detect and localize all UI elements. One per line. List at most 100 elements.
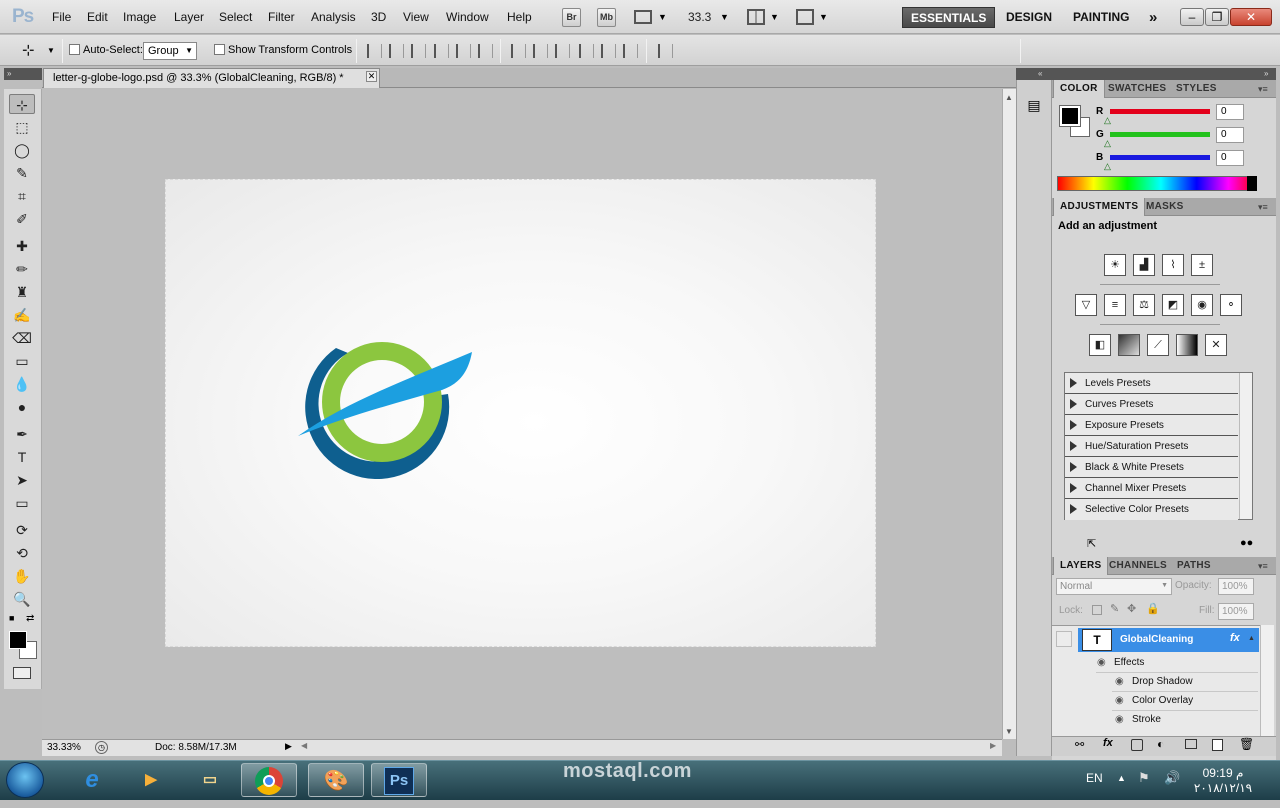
more-workspaces-button[interactable]: »: [1141, 7, 1165, 28]
distribute-left-icon[interactable]: [579, 44, 594, 58]
pen-tool-icon[interactable]: ✒: [9, 424, 35, 444]
hand-tool-icon[interactable]: ✋: [9, 566, 35, 586]
eyedropper-tool-icon[interactable]: ✐: [9, 209, 35, 229]
delete-layer-icon[interactable]: 🗑: [1239, 737, 1254, 751]
eraser-tool-icon[interactable]: ⌫: [9, 328, 35, 348]
scroll-up-icon[interactable]: ▲: [1005, 93, 1013, 102]
effect-drop-shadow[interactable]: Drop Shadow: [1132, 676, 1193, 687]
channel-b-value[interactable]: 0: [1216, 150, 1244, 166]
link-layers-icon[interactable]: ⚯: [1075, 738, 1084, 751]
view-extras-icon[interactable]: [634, 10, 652, 24]
media-player-icon[interactable]: ▶: [123, 763, 179, 797]
quick-selection-tool-icon[interactable]: ✎: [9, 163, 35, 183]
tab-adjustments[interactable]: ADJUSTMENTS: [1053, 198, 1146, 216]
menu-layer[interactable]: Layer: [174, 10, 204, 24]
path-selection-tool-icon[interactable]: ➤: [9, 470, 35, 490]
tab-masks[interactable]: MASKS: [1140, 198, 1190, 216]
channel-r-value[interactable]: 0: [1216, 104, 1244, 120]
gradient-tool-icon[interactable]: ▭: [9, 351, 35, 371]
collapse-effects-icon[interactable]: ▲: [1248, 635, 1255, 642]
zoom-status[interactable]: 33.33%: [47, 742, 81, 753]
quick-mask-icon[interactable]: [13, 667, 31, 679]
tab-styles[interactable]: STYLES: [1170, 80, 1223, 98]
document-canvas[interactable]: [165, 179, 876, 647]
tab-layers[interactable]: LAYERS: [1053, 557, 1109, 575]
distribute-horizontal-icon[interactable]: [601, 44, 616, 58]
restore-button[interactable]: ❐: [1205, 8, 1229, 26]
distribute-center-icon[interactable]: [533, 44, 548, 58]
photoshop-taskbar-icon[interactable]: Ps: [371, 763, 427, 797]
distribute-right-icon[interactable]: [623, 44, 638, 58]
vertical-scrollbar[interactable]: [1002, 89, 1016, 739]
new-layer-icon[interactable]: [1212, 739, 1223, 751]
preset-hue-saturation[interactable]: Hue/Saturation Presets: [1065, 436, 1238, 457]
lock-position-icon[interactable]: ✥: [1127, 602, 1136, 615]
vibrance-icon[interactable]: ▽: [1075, 294, 1097, 316]
add-layer-mask-icon[interactable]: [1131, 739, 1143, 751]
add-layer-style-icon[interactable]: fx: [1103, 737, 1113, 749]
healing-brush-tool-icon[interactable]: ✚: [9, 236, 35, 256]
layers-scrollbar[interactable]: [1260, 625, 1274, 736]
effect-stroke[interactable]: Stroke: [1132, 714, 1161, 725]
zoom-dropdown-icon[interactable]: ▼: [720, 12, 729, 22]
screen-mode-icon[interactable]: [796, 9, 814, 25]
preset-levels[interactable]: Levels Presets: [1065, 373, 1238, 394]
scroll-right-icon[interactable]: ▶: [990, 741, 996, 750]
internet-explorer-icon[interactable]: e: [64, 763, 120, 797]
presets-scrollbar[interactable]: [1239, 373, 1252, 519]
mini-bridge-button[interactable]: Mb: [597, 8, 616, 27]
channel-r-slider-handle-icon[interactable]: △: [1104, 115, 1111, 126]
workspace-painting[interactable]: PAINTING: [1065, 7, 1137, 28]
file-explorer-icon[interactable]: ▭: [182, 763, 238, 797]
system-clock[interactable]: 09:19 م ٢٠١٨/١٢/١٩: [1190, 766, 1256, 796]
opacity-field[interactable]: 100%: [1218, 578, 1254, 595]
align-horizontal-center-icon[interactable]: [456, 44, 471, 58]
selective-color-icon[interactable]: ✕: [1205, 334, 1227, 356]
tab-color[interactable]: COLOR: [1053, 80, 1105, 98]
color-spectrum-ramp[interactable]: [1057, 176, 1257, 191]
color-overlay-eye-icon[interactable]: ◉: [1115, 695, 1124, 706]
auto-align-layers-icon[interactable]: [658, 44, 673, 58]
tab-channels[interactable]: CHANNELS: [1103, 557, 1173, 575]
clone-stamp-tool-icon[interactable]: ♜: [9, 282, 35, 302]
lasso-tool-icon[interactable]: ◯: [9, 140, 35, 160]
color-panel-menu-icon[interactable]: ▾≡: [1258, 84, 1268, 95]
document-tab[interactable]: letter-g-globe-logo.psd @ 33.3% (GlobalC…: [43, 68, 380, 88]
crop-tool-icon[interactable]: ⌗: [9, 186, 35, 206]
preset-exposure[interactable]: Exposure Presets: [1065, 415, 1238, 436]
show-transform-checkbox[interactable]: [214, 44, 225, 55]
menu-filter[interactable]: Filter: [268, 10, 295, 24]
photo-filter-icon[interactable]: ◉: [1191, 294, 1213, 316]
menu-image[interactable]: Image: [123, 10, 156, 24]
menu-window[interactable]: Window: [446, 10, 489, 24]
marquee-tool-icon[interactable]: ⬚: [9, 117, 35, 137]
brightness-contrast-icon[interactable]: ☀: [1104, 254, 1126, 276]
panels-header[interactable]: »: [1052, 68, 1276, 80]
threshold-icon[interactable]: ⟋: [1147, 334, 1169, 356]
shape-tool-icon[interactable]: ▭: [9, 493, 35, 513]
color-balance-icon[interactable]: ⚖: [1133, 294, 1155, 316]
menu-3d[interactable]: 3D: [371, 10, 386, 24]
distribute-bottom-icon[interactable]: [555, 44, 570, 58]
menu-file[interactable]: File: [52, 10, 71, 24]
workspace-essentials[interactable]: ESSENTIALS: [902, 7, 996, 28]
bridge-button[interactable]: Br: [562, 8, 581, 27]
tool-preset-dropdown-icon[interactable]: ▼: [47, 46, 55, 55]
dock-header[interactable]: «: [1016, 68, 1052, 80]
channel-b-slider[interactable]: [1110, 155, 1210, 160]
action-center-flag-icon[interactable]: ⚑: [1138, 770, 1150, 786]
black-white-icon[interactable]: ◩: [1162, 294, 1184, 316]
close-window-button[interactable]: ✕: [1230, 8, 1272, 26]
move-tool-preset-icon[interactable]: ⊹: [22, 41, 35, 59]
preset-selective-color[interactable]: Selective Color Presets: [1065, 499, 1238, 520]
chrome-icon[interactable]: [241, 763, 297, 797]
paint-icon[interactable]: 🎨: [308, 763, 364, 797]
clip-to-layer-icon[interactable]: ⇱: [1087, 537, 1096, 550]
auto-select-target-select[interactable]: Group ▼: [143, 42, 197, 60]
lock-transparent-icon[interactable]: [1092, 605, 1102, 615]
channel-g-value[interactable]: 0: [1216, 127, 1244, 143]
layers-panel-menu-icon[interactable]: ▾≡: [1258, 561, 1268, 572]
show-hidden-icons-icon[interactable]: ▲: [1117, 773, 1126, 783]
preset-black-white[interactable]: Black & White Presets: [1065, 457, 1238, 478]
lock-all-icon[interactable]: 🔒: [1146, 602, 1160, 615]
